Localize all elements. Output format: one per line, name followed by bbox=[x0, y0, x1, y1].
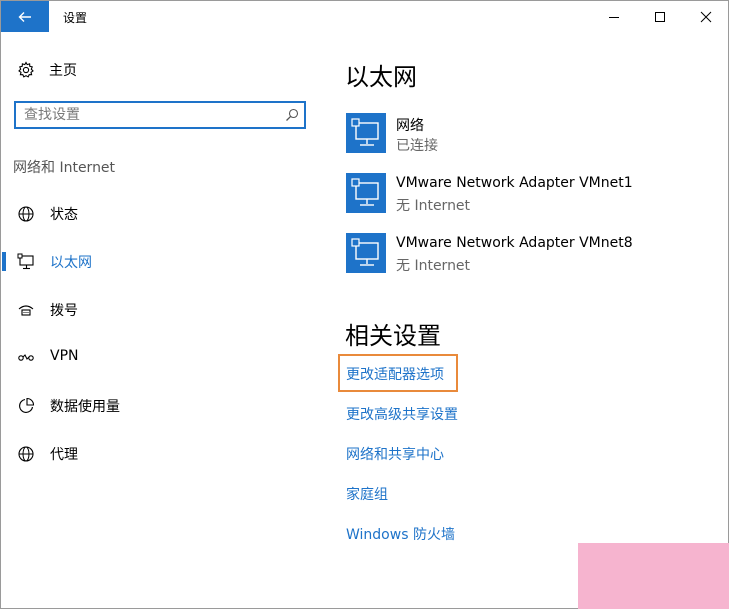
advanced-sharing-settings-link[interactable]: 更改高级共享设置 bbox=[346, 404, 458, 424]
adapter-network[interactable]: 网络 已连接 bbox=[346, 113, 716, 157]
back-button[interactable] bbox=[1, 1, 49, 32]
ethernet-adapter-icon bbox=[346, 233, 386, 273]
windows-firewall-link[interactable]: Windows 防火墙 bbox=[346, 524, 455, 544]
sidebar-item-label: 拨号 bbox=[50, 303, 78, 319]
settings-window: 设置 主页 网络和 Internet bbox=[0, 0, 729, 609]
sidebar-item-proxy[interactable]: 代理 bbox=[1, 436, 301, 470]
ethernet-icon bbox=[17, 253, 35, 271]
home-nav-item[interactable]: 主页 bbox=[17, 59, 77, 81]
corner-overlay bbox=[578, 543, 729, 609]
adapter-vmnet8[interactable]: VMware Network Adapter VMnet8 无 Internet bbox=[346, 233, 716, 277]
sidebar-item-label: 数据使用量 bbox=[50, 399, 120, 415]
sidebar-item-dialup[interactable]: 拨号 bbox=[1, 292, 301, 326]
close-icon bbox=[700, 11, 712, 22]
sidebar-item-label: 代理 bbox=[50, 447, 78, 463]
page-title: 以太网 bbox=[345, 63, 417, 91]
sidebar-item-data-usage[interactable]: 数据使用量 bbox=[1, 388, 301, 422]
adapter-name: 网络 bbox=[396, 118, 424, 134]
search-icon[interactable] bbox=[285, 108, 299, 122]
gear-icon bbox=[18, 61, 34, 78]
globe-icon bbox=[17, 205, 35, 223]
dialup-icon bbox=[17, 301, 35, 319]
home-label: 主页 bbox=[49, 63, 77, 79]
maximize-button[interactable] bbox=[637, 1, 683, 32]
adapter-status: 无 Internet bbox=[396, 198, 471, 214]
sidebar-item-label: 状态 bbox=[50, 207, 78, 223]
search-input[interactable] bbox=[24, 106, 276, 124]
ethernet-adapter-icon bbox=[346, 113, 386, 153]
network-sharing-center-link[interactable]: 网络和共享中心 bbox=[346, 444, 444, 464]
adapter-name: VMware Network Adapter VMnet1 bbox=[396, 175, 633, 191]
change-adapter-options-link[interactable]: 更改适配器选项 bbox=[346, 364, 444, 384]
ethernet-adapter-icon bbox=[346, 173, 386, 213]
adapter-name: VMware Network Adapter VMnet8 bbox=[396, 235, 633, 251]
adapter-status: 无 Internet bbox=[396, 258, 471, 274]
adapter-vmnet1[interactable]: VMware Network Adapter VMnet1 无 Internet bbox=[346, 173, 716, 217]
sidebar-item-vpn[interactable]: VPN bbox=[1, 340, 301, 374]
data-usage-icon bbox=[17, 397, 35, 415]
search-box bbox=[14, 101, 306, 129]
back-arrow-icon bbox=[18, 11, 31, 22]
related-settings-title: 相关设置 bbox=[345, 322, 441, 350]
maximize-icon bbox=[655, 11, 665, 22]
sidebar-item-label: VPN bbox=[50, 348, 79, 364]
adapter-status: 已连接 bbox=[396, 138, 438, 154]
sidebar-item-status[interactable]: 状态 bbox=[1, 196, 301, 230]
minimize-icon bbox=[609, 16, 619, 18]
section-label: 网络和 Internet bbox=[13, 160, 116, 176]
minimize-button[interactable] bbox=[591, 1, 637, 32]
close-button[interactable] bbox=[683, 1, 728, 32]
title-bar: 设置 bbox=[1, 1, 728, 32]
sidebar-item-ethernet[interactable]: 以太网 bbox=[1, 244, 301, 278]
active-indicator bbox=[2, 252, 6, 271]
sidebar-item-label: 以太网 bbox=[50, 255, 92, 271]
globe-icon bbox=[17, 445, 35, 463]
vpn-icon bbox=[17, 349, 35, 367]
window-title: 设置 bbox=[63, 11, 88, 25]
homegroup-link[interactable]: 家庭组 bbox=[346, 484, 388, 504]
